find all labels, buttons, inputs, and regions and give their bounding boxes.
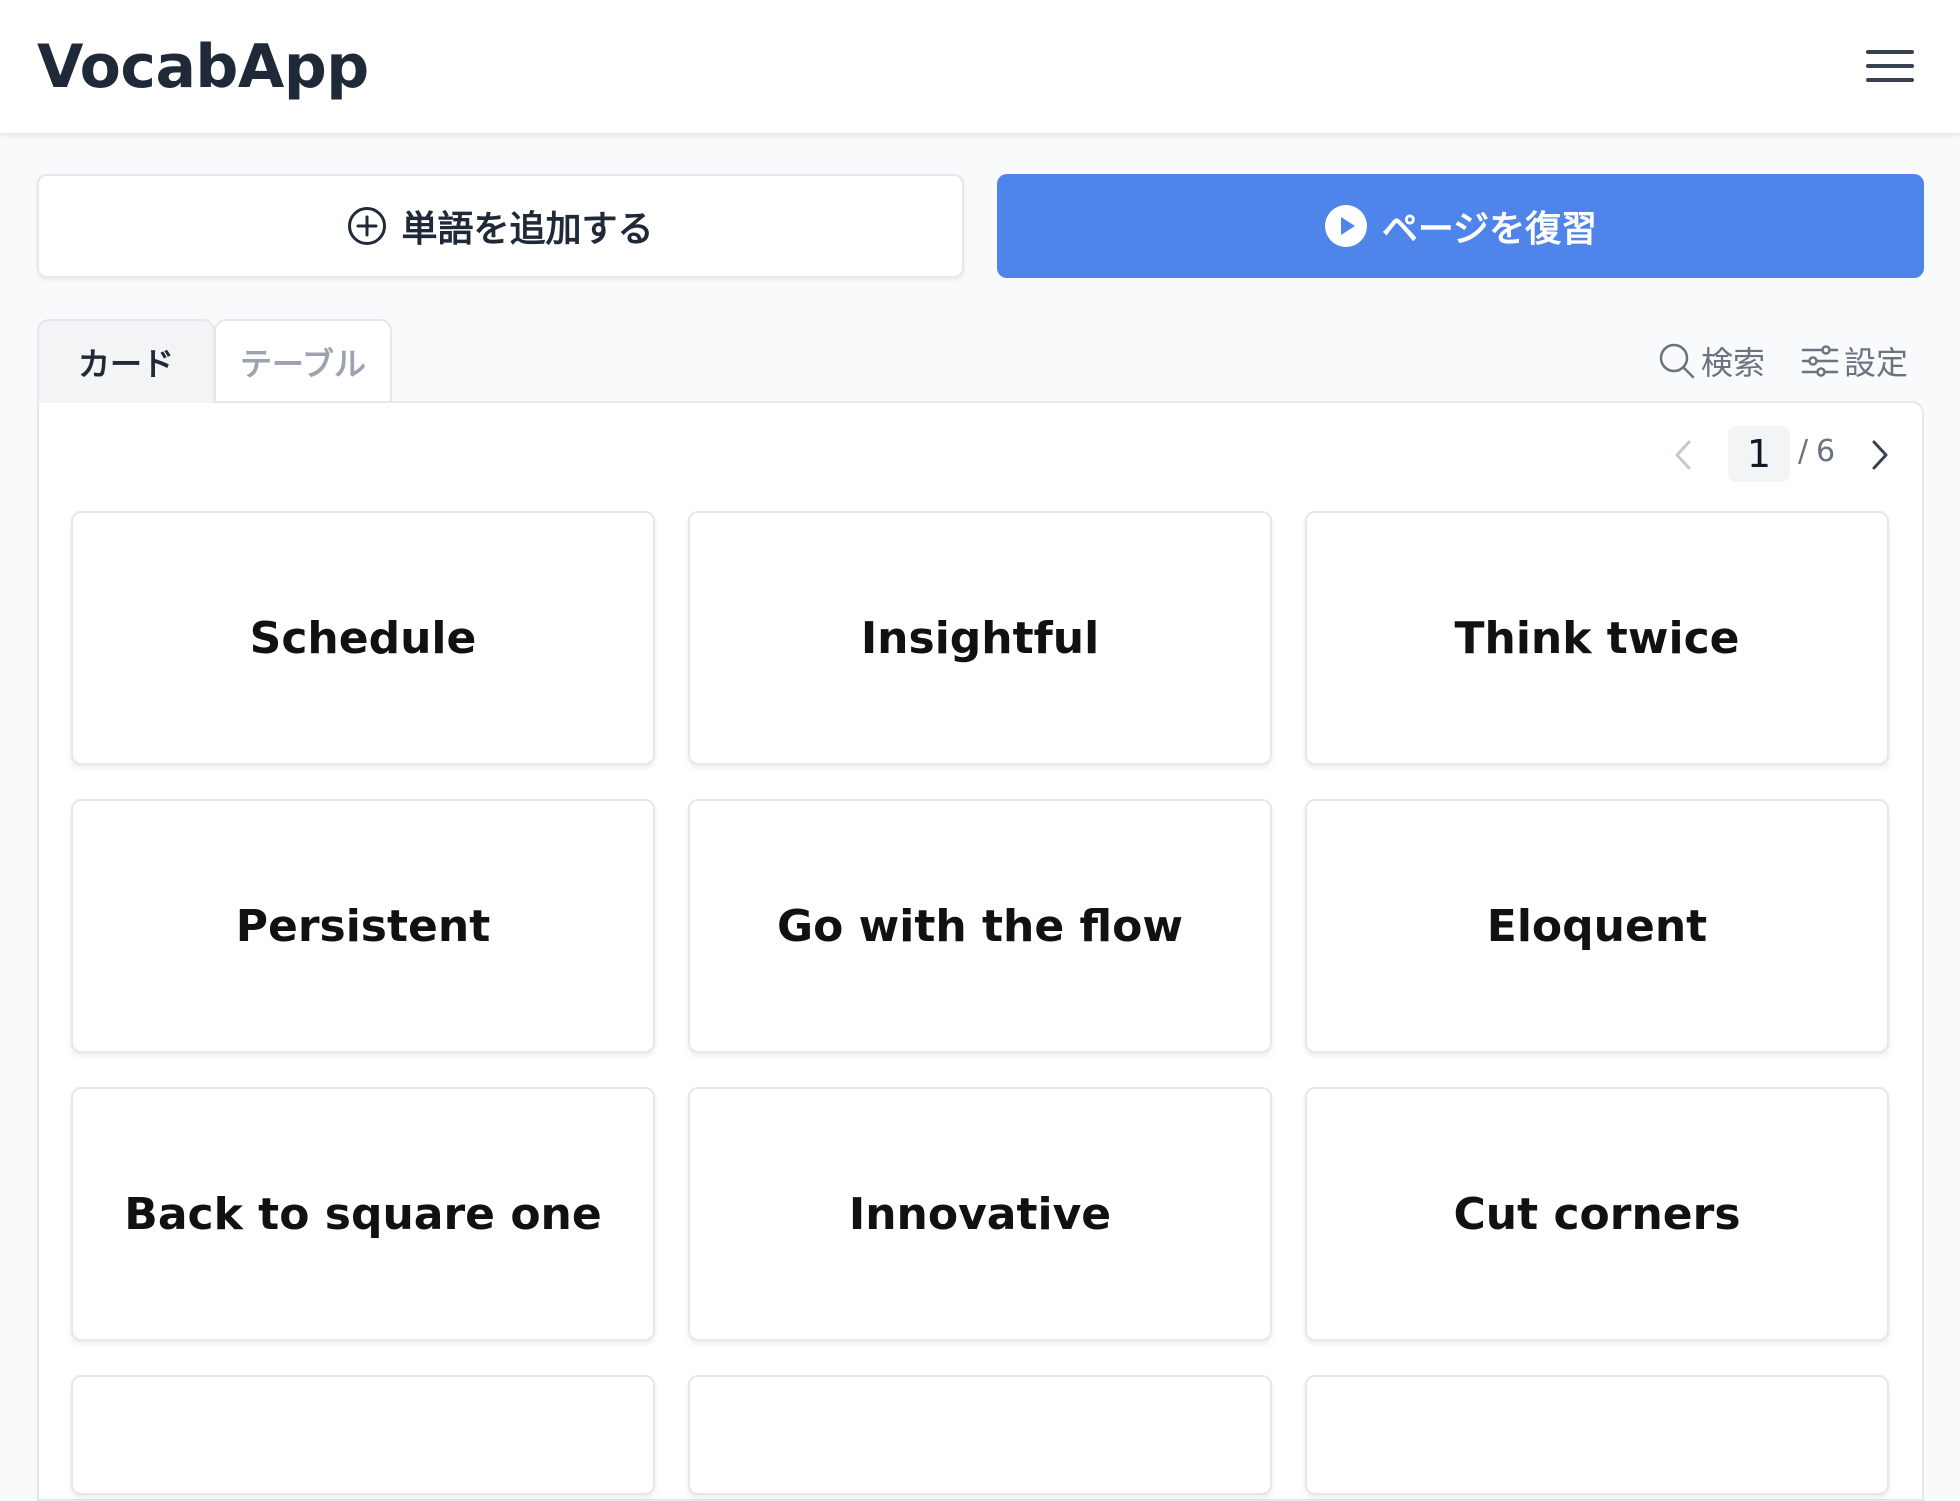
hamburger-menu-icon[interactable]: [1866, 48, 1916, 84]
page-current: 1: [1728, 426, 1790, 482]
settings-label: 設定: [1844, 344, 1909, 382]
app-title: VocabApp: [37, 32, 369, 102]
word-card[interactable]: Back to square one: [71, 1087, 655, 1341]
play-circle-icon: [1324, 205, 1367, 247]
add-word-label: 単語を追加する: [401, 209, 654, 250]
tab-card[interactable]: カード: [37, 319, 215, 403]
chevron-right-icon[interactable]: [1862, 435, 1896, 475]
word-card[interactable]: [71, 1375, 655, 1495]
word-card[interactable]: Innovative: [688, 1087, 1272, 1341]
word-card[interactable]: Eloquent: [1305, 799, 1889, 1053]
word-card[interactable]: Insightful: [688, 511, 1272, 765]
review-page-button[interactable]: ページを復習: [997, 174, 1924, 278]
app-header: VocabApp: [0, 0, 1960, 133]
word-card[interactable]: [1305, 1375, 1889, 1495]
tab-table[interactable]: テーブル: [214, 319, 392, 403]
search-label: 検索: [1701, 344, 1766, 382]
word-card[interactable]: Go with the flow: [688, 799, 1272, 1053]
search-icon: [1659, 343, 1695, 379]
chevron-left-icon[interactable]: [1667, 435, 1701, 475]
word-card[interactable]: Persistent: [71, 799, 655, 1053]
review-page-label: ページを復習: [1381, 209, 1598, 250]
add-word-button[interactable]: 単語を追加する: [37, 174, 964, 278]
search-button[interactable]: 検索: [1657, 336, 1765, 386]
view-tabs: カード テーブル: [37, 319, 392, 403]
word-card[interactable]: Think twice: [1305, 511, 1889, 765]
word-card[interactable]: Schedule: [71, 511, 655, 765]
plus-circle-icon: [348, 207, 387, 245]
sliders-icon: [1801, 345, 1839, 377]
settings-button[interactable]: 設定: [1800, 336, 1908, 386]
page-separator: /: [1798, 434, 1809, 469]
word-card[interactable]: Cut corners: [1305, 1087, 1889, 1341]
word-card[interactable]: [688, 1375, 1272, 1495]
page-total: 6: [1816, 434, 1836, 469]
